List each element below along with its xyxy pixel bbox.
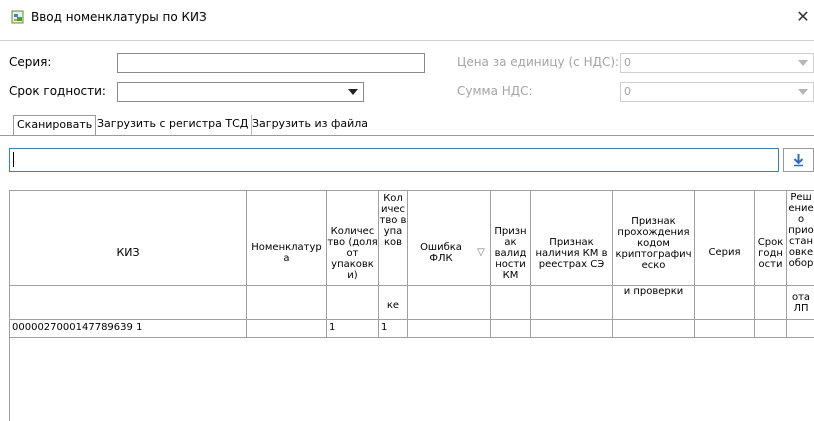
cell-qty-packs[interactable]: 1: [381, 319, 405, 337]
kiz-grid: КИЗ Номенклатур а Количес тво (доля от у…: [9, 190, 814, 421]
col-header-series[interactable]: Серия: [695, 247, 754, 258]
series-label: Серия:: [9, 55, 52, 69]
col-header-kiz[interactable]: КИЗ: [10, 247, 246, 258]
grid-line: [407, 190, 408, 338]
text-caret: [13, 152, 14, 167]
tab-strip-border: [0, 135, 814, 136]
chevron-down-icon: [798, 60, 808, 66]
col-header-nomenclature[interactable]: Номенклатур а: [247, 242, 326, 264]
col-header-qty-packs-sub: ке: [386, 300, 400, 311]
col-header-crypto-check-sub: и проверки: [623, 286, 684, 297]
col-header-km-registry[interactable]: Признак наличия КМ в реестрах СЭ: [531, 237, 612, 270]
tab-load-file[interactable]: Загрузить из файла: [249, 115, 371, 135]
window-title: Ввод номенклатуры по КИЗ: [31, 10, 207, 24]
title-separator: [0, 40, 814, 41]
col-header-decision[interactable]: Реш ение о прио стан овке обор: [787, 192, 814, 284]
expiry-select[interactable]: [117, 82, 364, 102]
price-value: 0: [624, 56, 631, 69]
col-header-km-valid[interactable]: Призн ак валид ности КМ: [491, 226, 530, 284]
chevron-down-icon: [798, 89, 808, 95]
series-input[interactable]: [117, 53, 425, 73]
load-button[interactable]: [783, 148, 814, 172]
tab-load-tsd[interactable]: Загрузить с регистра ТСД: [94, 115, 253, 135]
grid-line: [694, 190, 695, 338]
download-icon: [793, 154, 804, 167]
app-icon: [11, 10, 25, 24]
vat-select[interactable]: 0: [620, 82, 814, 102]
vat-label: Сумма НДС:: [457, 84, 533, 98]
cell-kiz[interactable]: 0000027000147789639 1: [12, 319, 244, 337]
cell-qty-share[interactable]: 1: [329, 319, 376, 337]
col-header-qty-share[interactable]: Количес тво (доля от упаковк и): [327, 226, 378, 284]
filter-icon[interactable]: ▽: [474, 247, 488, 258]
tab-scan[interactable]: Сканировать: [13, 115, 97, 136]
col-header-expiry[interactable]: Срок годн ости: [755, 237, 786, 270]
close-button[interactable]: ✕: [794, 7, 812, 27]
scan-input[interactable]: [9, 148, 779, 172]
expiry-label: Срок годности:: [9, 84, 106, 98]
chevron-down-icon: [348, 89, 358, 95]
price-label: Цена за единицу (с НДС):: [457, 55, 620, 69]
col-header-qty-packs[interactable]: Кол ичес тво в упа ков: [379, 193, 407, 284]
col-header-flk-error[interactable]: Ошибка ФЛК: [408, 242, 474, 264]
price-select[interactable]: 0: [620, 53, 814, 73]
col-header-crypto-check[interactable]: Признак прохождения кодом криптографич е…: [613, 216, 694, 284]
col-header-decision-sub: ота ЛП: [791, 292, 811, 314]
grid-line: [246, 190, 247, 338]
vat-value: 0: [624, 85, 631, 98]
